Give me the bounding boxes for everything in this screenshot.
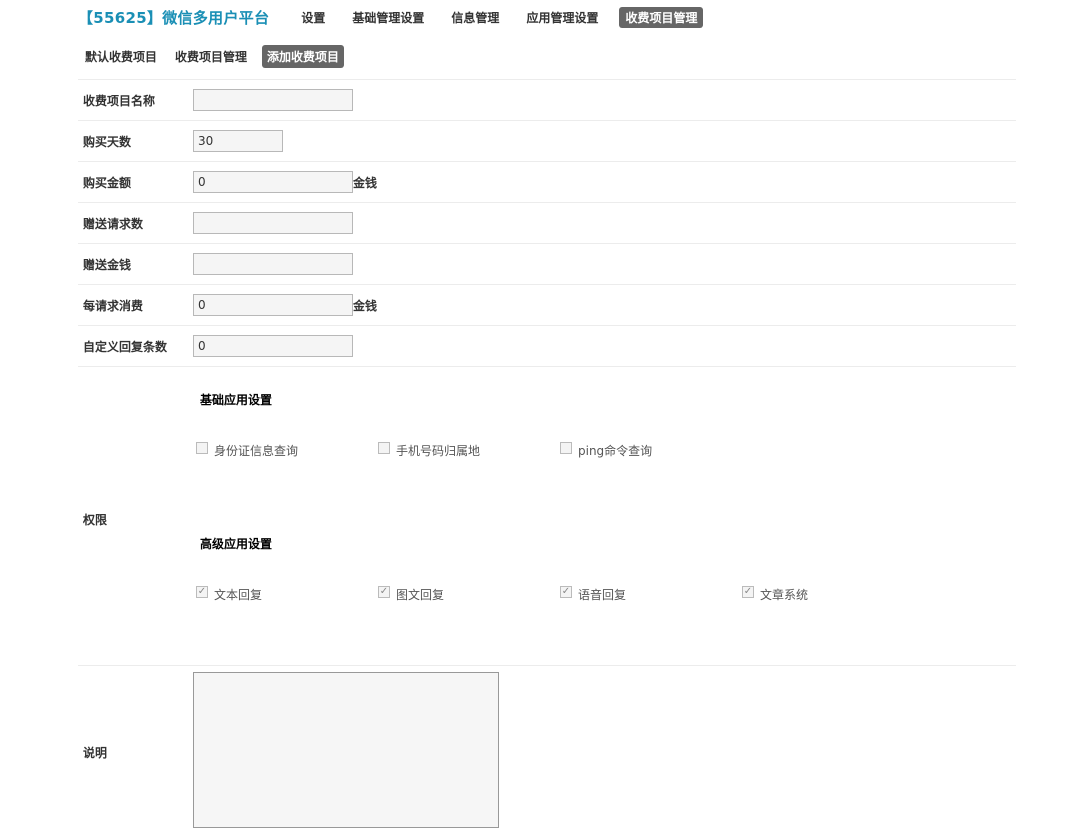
top-nav: 设置 基础管理设置 信息管理 应用管理设置 收费项目管理 [295, 6, 718, 28]
per-request-cost-input[interactable] [193, 294, 353, 316]
amount-field-wrap: 金钱 [193, 171, 377, 193]
perm-text-reply[interactable]: ✓ 文本回复 [196, 585, 378, 603]
perm-phone-location-label: 手机号码归属地 [396, 444, 481, 458]
name-input[interactable] [193, 89, 353, 111]
checkbox-icon[interactable] [560, 441, 572, 454]
amount-label: 购买金额 [83, 176, 132, 190]
nav-fee-items[interactable]: 收费项目管理 [619, 6, 704, 28]
perm-article-system[interactable]: ✓ 文章系统 [742, 585, 924, 603]
per-request-cost-field-wrap: 金钱 [193, 294, 377, 316]
form-row-gift-money: 赠送金钱 [78, 243, 1016, 284]
amount-input[interactable] [193, 171, 353, 193]
checkbox-checked-icon[interactable]: ✓ [560, 585, 572, 598]
name-label: 收费项目名称 [83, 94, 156, 108]
name-field-wrap [193, 89, 353, 111]
checkbox-icon[interactable] [196, 441, 208, 454]
perm-ping-query[interactable]: ping命令查询 [560, 441, 742, 459]
custom-replies-label: 自定义回复条数 [83, 340, 168, 354]
gift-requests-label: 赠送请求数 [83, 217, 144, 231]
top-bar: 【55625】微信多用户平台 设置 基础管理设置 信息管理 应用管理设置 收费项… [78, 6, 718, 28]
perm-id-card-query-label: 身份证信息查询 [214, 444, 299, 458]
per-request-cost-label: 每请求消费 [83, 299, 144, 313]
perm-phone-location[interactable]: 手机号码归属地 [378, 441, 560, 459]
form-row-permissions: 权限 基础应用设置 身份证信息查询 手机号码归属地 ping命令查询 高级应用设… [78, 366, 1016, 665]
checkbox-checked-icon[interactable]: ✓ [742, 585, 754, 598]
perm-news-reply-label: 图文回复 [396, 588, 445, 602]
perm-voice-reply[interactable]: ✓ 语音回复 [560, 585, 742, 603]
subnav-fee-item-management[interactable]: 收费项目管理 [170, 45, 252, 68]
basic-apps-list: 身份证信息查询 手机号码归属地 ping命令查询 [196, 441, 742, 459]
subnav-default-fee-items[interactable]: 默认收费项目 [80, 45, 162, 68]
days-input[interactable] [193, 130, 283, 152]
days-label: 购买天数 [83, 135, 132, 149]
gift-requests-field-wrap [193, 212, 353, 234]
perm-news-reply[interactable]: ✓ 图文回复 [378, 585, 560, 603]
sub-nav: 默认收费项目 收费项目管理 添加收费项目 [80, 45, 352, 68]
perm-text-reply-label: 文本回复 [214, 588, 263, 602]
description-label: 说明 [83, 746, 108, 760]
gift-money-input[interactable] [193, 253, 353, 275]
days-field-wrap [193, 130, 283, 152]
form-row-name: 收费项目名称 [78, 79, 1016, 120]
form-row-days: 购买天数 [78, 120, 1016, 161]
form-row-gift-requests: 赠送请求数 [78, 202, 1016, 243]
form-row-per-request-cost: 每请求消费 金钱 [78, 284, 1016, 325]
custom-replies-field-wrap [193, 335, 353, 357]
form-row-custom-replies: 自定义回复条数 [78, 325, 1016, 366]
brand-title[interactable]: 【55625】微信多用户平台 [78, 7, 269, 28]
nav-basic-management[interactable]: 基础管理设置 [346, 7, 430, 28]
nav-settings[interactable]: 设置 [295, 7, 331, 28]
fee-item-form: 收费项目名称 购买天数 购买金额 金钱 赠送请求数 赠送金钱 每请求消费 [78, 79, 1016, 834]
per-request-cost-unit: 金钱 [353, 298, 378, 313]
checkbox-icon[interactable] [378, 441, 390, 454]
checkbox-checked-icon[interactable]: ✓ [378, 585, 390, 598]
description-textarea[interactable] [193, 672, 499, 828]
permissions-label: 权限 [83, 513, 108, 527]
subnav-add-fee-item[interactable]: 添加收费项目 [262, 45, 345, 68]
advanced-apps-title: 高级应用设置 [200, 537, 273, 551]
perm-article-system-label: 文章系统 [760, 588, 809, 602]
perm-ping-query-label: ping命令查询 [578, 444, 653, 458]
basic-apps-title: 基础应用设置 [200, 393, 273, 407]
form-row-amount: 购买金额 金钱 [78, 161, 1016, 202]
perm-voice-reply-label: 语音回复 [578, 588, 627, 602]
gift-money-label: 赠送金钱 [83, 258, 132, 272]
checkbox-checked-icon[interactable]: ✓ [196, 585, 208, 598]
perm-id-card-query[interactable]: 身份证信息查询 [196, 441, 378, 459]
form-row-description: 说明 [78, 665, 1016, 834]
nav-app-management[interactable]: 应用管理设置 [520, 7, 604, 28]
amount-unit: 金钱 [353, 175, 378, 190]
gift-requests-input[interactable] [193, 212, 353, 234]
gift-money-field-wrap [193, 253, 353, 275]
advanced-apps-list: ✓ 文本回复 ✓ 图文回复 ✓ 语音回复 ✓ 文章系统 [196, 585, 924, 603]
nav-info-management[interactable]: 信息管理 [445, 7, 505, 28]
custom-replies-input[interactable] [193, 335, 353, 357]
